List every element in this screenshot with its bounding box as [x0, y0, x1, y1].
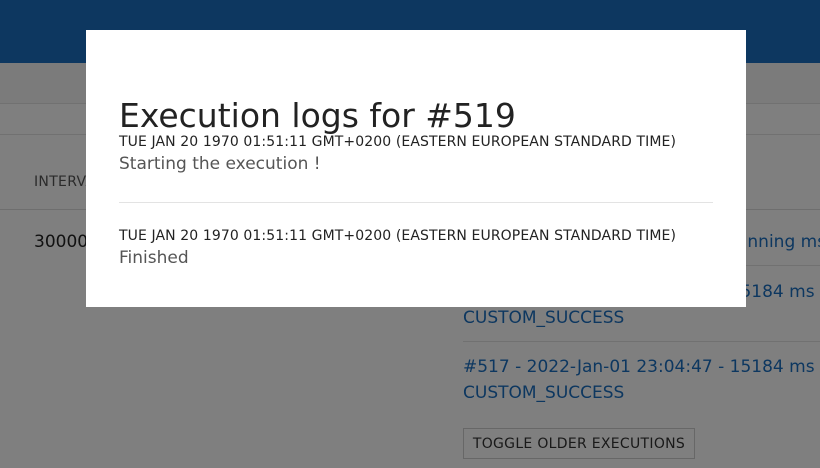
log-divider	[119, 202, 713, 203]
log-entry: TUE JAN 20 1970 01:51:11 GMT+0200 (EASTE…	[119, 228, 713, 268]
log-timestamp: TUE JAN 20 1970 01:51:11 GMT+0200 (EASTE…	[119, 228, 677, 244]
execution-logs-modal: Execution logs for #519 TUE JAN 20 1970 …	[86, 30, 746, 307]
log-message: Starting the execution !	[119, 154, 321, 174]
log-message: Finished	[119, 248, 189, 268]
modal-title: Execution logs for #519	[119, 96, 516, 135]
log-timestamp: TUE JAN 20 1970 01:51:11 GMT+0200 (EASTE…	[119, 134, 677, 150]
log-entry: TUE JAN 20 1970 01:51:11 GMT+0200 (EASTE…	[119, 134, 713, 174]
